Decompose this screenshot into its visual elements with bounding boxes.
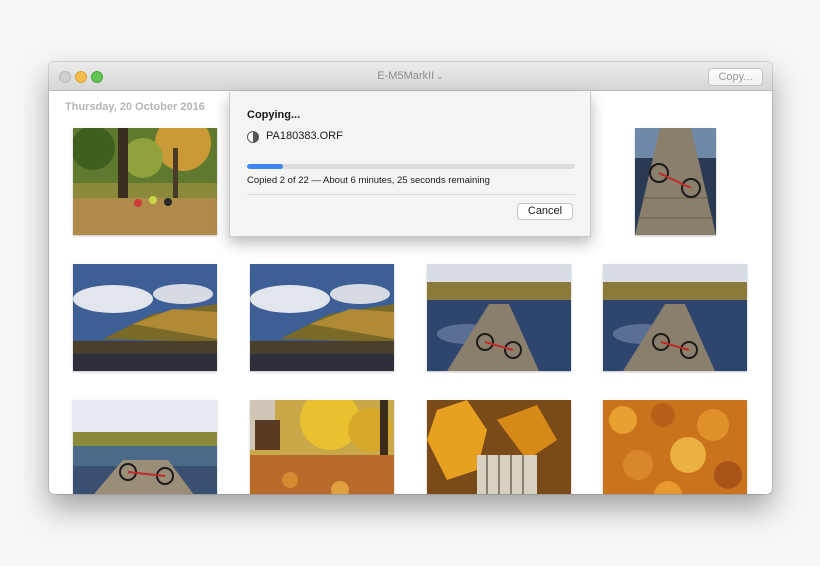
window-title-label: E-M5MarkII [377, 70, 435, 82]
dialog-title: Copying... [247, 109, 301, 121]
forest-bikes-photo [73, 128, 217, 235]
fallen-leaves-photo [603, 400, 747, 494]
dock-bike-photo [635, 128, 716, 235]
lake-hill-photo [73, 264, 217, 371]
copy-progress-dialog: Copying... PA180383.ORF Copied 2 of 22 —… [229, 92, 591, 237]
chevron-down-icon: ⌄ [436, 71, 444, 81]
photo-thumbnail[interactable] [73, 264, 217, 371]
photo-thumbnail[interactable] [250, 264, 394, 371]
copy-button[interactable]: Copy... [708, 68, 763, 86]
photo-thumbnail[interactable] [250, 400, 394, 494]
cancel-button[interactable]: Cancel [517, 203, 573, 220]
dialog-divider [247, 194, 575, 195]
dock-bike-photo [603, 264, 747, 371]
progress-pie-icon [247, 131, 259, 143]
autumn-bench-photo [250, 400, 394, 494]
app-window: E-M5MarkII ⌄ Copy... Thursday, 20 October… [49, 62, 772, 494]
dock-bike-photo [73, 400, 217, 494]
photo-thumbnail[interactable] [73, 128, 217, 235]
copy-status-text: Copied 2 of 22 — About 6 minutes, 25 sec… [247, 175, 490, 186]
dock-bike-photo [427, 264, 571, 371]
current-file-name: PA180383.ORF [266, 130, 343, 142]
photo-thumbnail[interactable] [603, 400, 747, 494]
title-bar[interactable]: E-M5MarkII ⌄ Copy... [49, 62, 772, 91]
photo-thumbnail[interactable] [427, 264, 571, 371]
maple-leaves-photo [427, 400, 571, 494]
photo-thumbnail[interactable] [603, 264, 747, 371]
photo-thumbnail[interactable] [427, 400, 571, 494]
window-title[interactable]: E-M5MarkII ⌄ [49, 70, 772, 82]
progress-fill [247, 164, 284, 169]
lake-hill-photo [250, 264, 394, 371]
copy-progress-bar [247, 164, 575, 169]
date-section-header: Thursday, 20 October 2016 [65, 101, 205, 113]
photo-thumbnail[interactable] [635, 128, 716, 235]
photo-thumbnail[interactable] [73, 400, 217, 494]
